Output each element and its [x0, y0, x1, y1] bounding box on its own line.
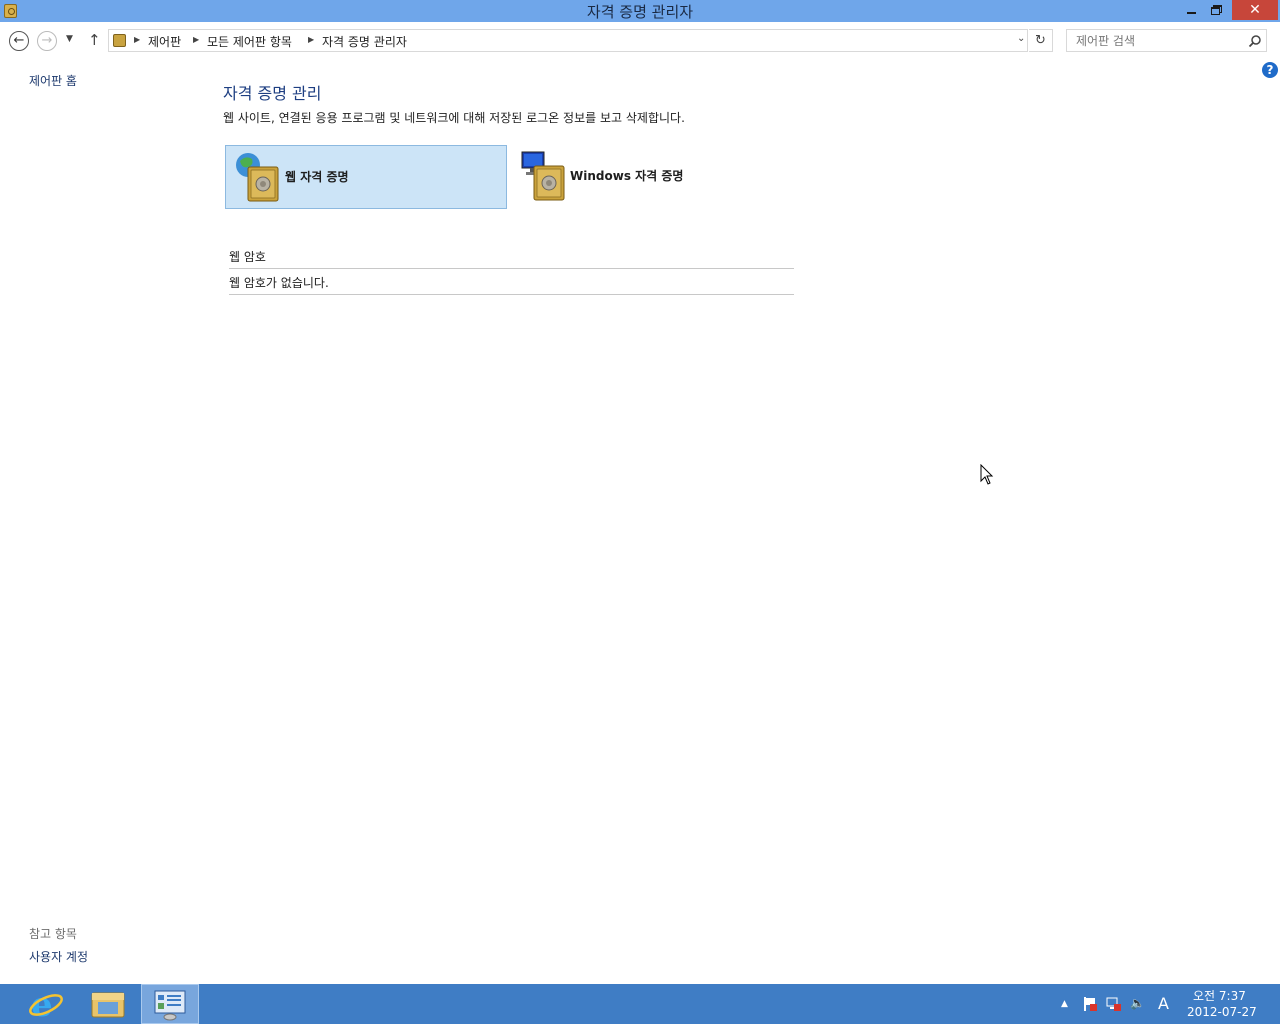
close-button[interactable]: ✕ — [1232, 0, 1278, 20]
control-panel-icon — [154, 990, 186, 1021]
window-title: 자격 증명 관리자 — [586, 3, 694, 21]
divider — [229, 294, 794, 295]
taskbar: e ▲ 🔈 A 오전 7:37 2012-07-27 — [0, 984, 1280, 1024]
breadcrumb-separator-icon[interactable]: ▶ — [308, 35, 314, 44]
breadcrumb-separator-icon[interactable]: ▶ — [134, 35, 140, 44]
back-arrow-icon: ← — [13, 33, 25, 48]
windows-vault-icon — [521, 151, 565, 201]
search-input[interactable] — [1067, 30, 1242, 51]
volume-icon[interactable]: 🔈 — [1130, 996, 1145, 1010]
internet-explorer-icon: e — [29, 985, 63, 1024]
network-disconnected-icon[interactable] — [1106, 996, 1122, 1012]
show-hidden-icons-button[interactable]: ▲ — [1061, 999, 1068, 1009]
forward-button[interactable]: → — [37, 31, 57, 51]
search-icon[interactable] — [1248, 34, 1262, 48]
refresh-icon: ↻ — [1035, 33, 1046, 48]
up-button[interactable]: ↑ — [88, 31, 101, 49]
breadcrumb-control-panel[interactable]: 제어판 — [148, 33, 181, 50]
taskbar-internet-explorer[interactable]: e — [17, 984, 75, 1024]
ime-indicator[interactable]: A — [1158, 994, 1169, 1013]
clock-date[interactable]: 2012-07-27 — [1187, 1005, 1257, 1019]
no-web-passwords-message: 웹 암호가 없습니다. — [229, 276, 329, 290]
windows-credentials-tile[interactable]: Windows 자격 증명 — [512, 145, 794, 209]
action-center-flag-icon[interactable] — [1082, 996, 1097, 1012]
control-panel-home-link[interactable]: 제어판 홈 — [29, 72, 77, 89]
file-explorer-icon — [91, 992, 125, 1018]
taskbar-control-panel[interactable] — [141, 984, 199, 1024]
page-title: 자격 증명 관리 — [223, 84, 322, 103]
address-history-chevron-icon[interactable]: ⌄ — [1017, 33, 1025, 44]
chevron-down-icon: ▼ — [66, 34, 73, 44]
taskbar-file-explorer[interactable] — [79, 984, 137, 1024]
help-icon[interactable]: ? — [1262, 62, 1278, 78]
navigation-bar: ← → ▼ ↑ ▶ 제어판 ▶ 모든 제어판 항목 ▶ 자격 증명 관리자 ⌄ … — [0, 22, 1280, 60]
breadcrumb-credential-manager[interactable]: 자격 증명 관리자 — [322, 33, 407, 50]
address-bar[interactable]: ▶ 제어판 ▶ 모든 제어판 항목 ▶ 자격 증명 관리자 ⌄ — [108, 29, 1028, 52]
web-credentials-tile[interactable]: 웹 자격 증명 — [225, 145, 507, 209]
user-accounts-link[interactable]: 사용자 계정 — [29, 948, 88, 965]
refresh-button[interactable]: ↻ — [1029, 29, 1053, 52]
web-vault-icon — [236, 153, 279, 202]
web-credentials-label: 웹 자격 증명 — [285, 170, 349, 184]
control-panel-location-icon — [113, 34, 126, 47]
back-button[interactable]: ← — [9, 31, 29, 51]
page-description: 웹 사이트, 연결된 응용 프로그램 및 네트워크에 대해 저장된 로그온 정보… — [223, 111, 685, 125]
minimize-button[interactable] — [1178, 0, 1204, 20]
forward-arrow-icon: → — [41, 33, 53, 48]
web-passwords-heading: 웹 암호 — [229, 250, 266, 264]
restore-button[interactable] — [1204, 0, 1230, 20]
recent-locations-dropdown[interactable]: ▼ — [66, 34, 73, 44]
breadcrumb-all-items[interactable]: 모든 제어판 항목 — [207, 33, 292, 50]
see-also-heading: 참고 항목 — [29, 927, 77, 941]
close-icon: ✕ — [1249, 2, 1261, 18]
minimize-icon — [1187, 12, 1196, 14]
breadcrumb-separator-icon[interactable]: ▶ — [193, 35, 199, 44]
clock-time[interactable]: 오전 7:37 — [1193, 987, 1246, 1004]
title-bar: 자격 증명 관리자 ✕ — [0, 0, 1280, 22]
divider — [229, 268, 794, 269]
windows-credentials-label: Windows 자격 증명 — [570, 169, 684, 183]
mouse-cursor-icon — [980, 464, 994, 485]
up-arrow-icon: ↑ — [88, 31, 101, 49]
search-box[interactable] — [1066, 29, 1267, 52]
